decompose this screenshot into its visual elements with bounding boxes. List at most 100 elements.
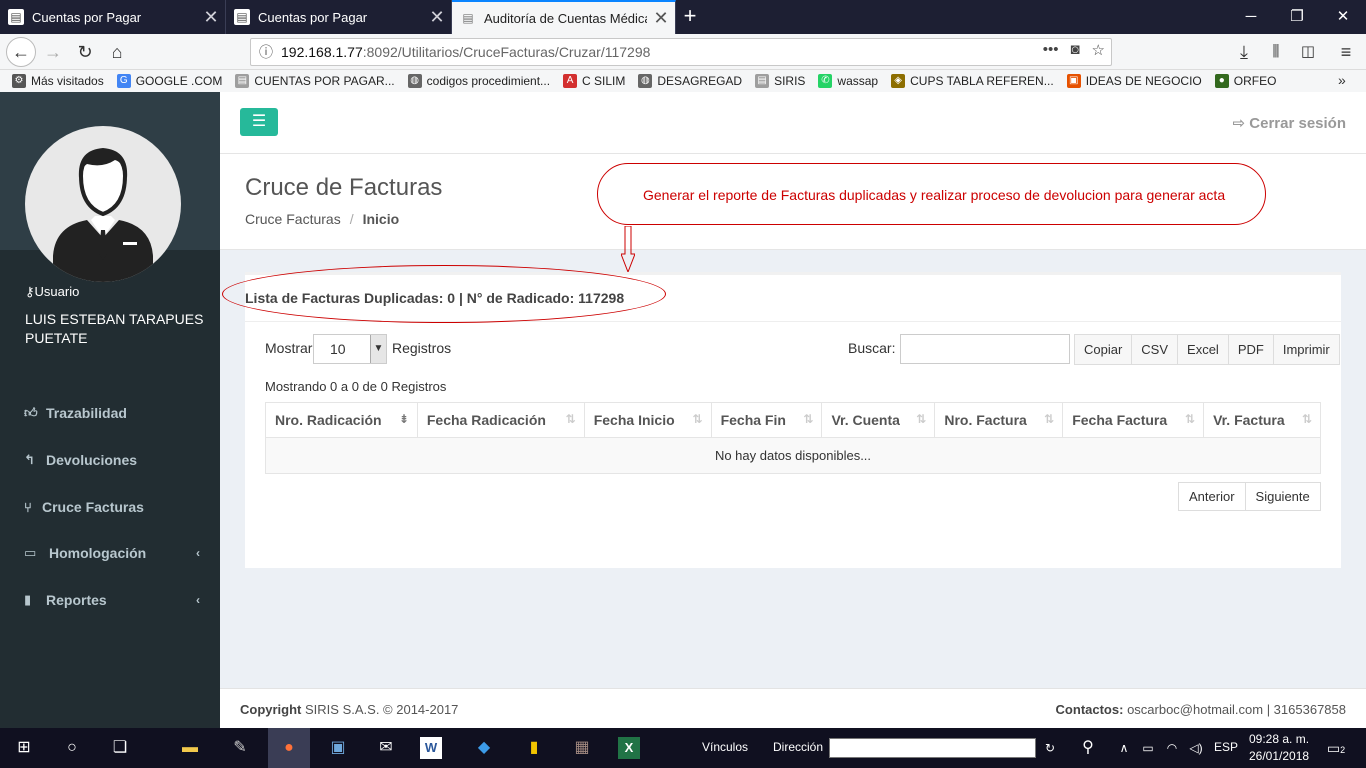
more-bookmarks-icon[interactable]: » [1338, 72, 1346, 88]
windows-start-icon[interactable]: ⊞ [10, 734, 38, 762]
bookmark-star-icon[interactable]: ☆ [1092, 41, 1105, 59]
new-tab-icon[interactable]: + [677, 4, 703, 30]
bookmark-item[interactable]: ◍ codigos procedimient... [407, 74, 550, 88]
column-header[interactable]: Vr. Factura ⇅ [1203, 402, 1321, 438]
bookmark-item[interactable]: ● ORFEO [1214, 74, 1276, 88]
cortana-icon[interactable]: ○ [58, 734, 86, 762]
column-header[interactable]: Fecha Inicio ⇅ [583, 402, 712, 438]
close-tab-icon[interactable]: ✕ [197, 7, 225, 28]
browser-tab-3[interactable]: ▤ Auditoría de Cuentas Médicas ✕ [452, 0, 676, 34]
next-button[interactable]: Siguiente [1244, 482, 1321, 511]
reply-icon: ↰ [24, 452, 35, 467]
url-host: 192.168.1.77 [281, 44, 363, 60]
hamburger-menu-icon[interactable]: ≡ [1331, 37, 1361, 67]
reload-icon[interactable]: ↻ [70, 37, 100, 67]
file-explorer-icon[interactable]: ▬ [176, 734, 204, 762]
task-view-icon[interactable]: ❏ [106, 734, 134, 762]
clock[interactable]: 09:28 a. m. 26/01/2018 [1249, 731, 1309, 765]
bookmark-label: CUPS TABLA REFEREN... [910, 74, 1054, 88]
links-toolbar-label[interactable]: Vínculos [702, 740, 748, 754]
mail-icon[interactable]: ✉ [372, 734, 400, 762]
sort-icon: ⇅ [1185, 412, 1196, 426]
info-icon[interactable]: ⓘ [251, 42, 281, 62]
logout-link[interactable]: ⇨ Cerrar sesión [1233, 114, 1346, 132]
file-icon: ▮ [24, 592, 32, 607]
contacts: Contactos: oscarboc@hotmail.com | 316536… [1055, 702, 1346, 717]
bookmark-item[interactable]: ◍ DESAGREGAD [638, 74, 742, 88]
print-button[interactable]: Imprimir [1272, 334, 1340, 365]
notes-icon[interactable]: ▮ [520, 734, 548, 762]
key-icon: ⚷ [25, 284, 35, 299]
taskbar-address-input[interactable] [829, 738, 1036, 758]
browser-tab-2[interactable]: ▤ Cuentas por Pagar ✕ [226, 0, 452, 34]
archive-icon[interactable]: ▦ [568, 734, 596, 762]
breadcrumb: Cruce Facturas / Inicio [245, 211, 400, 227]
previous-button[interactable]: Anterior [1178, 482, 1246, 511]
csv-button[interactable]: CSV [1131, 334, 1179, 365]
close-tab-icon[interactable]: ✕ [423, 7, 451, 28]
export-buttons: Copiar CSV Excel PDF Imprimir [1074, 334, 1340, 365]
column-header[interactable]: Fecha Factura ⇅ [1062, 402, 1205, 438]
back-icon[interactable]: ← [6, 37, 36, 67]
sidebar-item-trazabilidad[interactable]: 👍︎ Trazabilidad [0, 393, 220, 433]
copy-button[interactable]: Copiar [1074, 334, 1133, 365]
excel-icon[interactable]: X [618, 737, 640, 759]
column-header[interactable]: Vr. Cuenta ⇅ [821, 402, 936, 438]
footer: Copyright SIRIS S.A.S. © 2014-2017 Conta… [220, 688, 1366, 728]
home-icon[interactable]: ⌂ [102, 37, 132, 67]
bookmark-item[interactable]: A C SILIM [563, 74, 625, 88]
column-header[interactable]: Fecha Radicación ⇅ [416, 402, 585, 438]
bookmark-item[interactable]: ▣ IDEAS DE NEGOCIO [1066, 74, 1202, 88]
bookmark-item[interactable]: ⚙ Más visitados [12, 74, 104, 88]
sidebar-item-cruce-facturas[interactable]: ⑂ Cruce Facturas [0, 487, 220, 527]
excel-button[interactable]: Excel [1177, 334, 1229, 365]
close-tab-icon[interactable]: ✕ [647, 8, 675, 29]
annotation-callout: Generar el reporte de Facturas duplicada… [597, 163, 1266, 225]
desktop-icon: ▭ [24, 545, 37, 560]
bookmark-item[interactable]: ▤ SIRIS [755, 74, 805, 88]
bookmark-item[interactable]: G GOOGLE .COM [116, 74, 222, 88]
sidebar-item-homologacion[interactable]: ▭ Homologación ‹ [0, 533, 220, 573]
word-icon[interactable]: W [420, 737, 442, 759]
user-name: LUIS ESTEBAN TARAPUES PUETATE [25, 311, 204, 346]
network-app-icon[interactable]: ▣ [324, 734, 352, 762]
breadcrumb-link[interactable]: Cruce Facturas [245, 211, 341, 227]
copyright: Copyright SIRIS S.A.S. © 2014-2017 [240, 702, 459, 717]
notifications-icon[interactable]: ▭2 [1322, 734, 1350, 762]
language-indicator[interactable]: ESP [1214, 740, 1238, 754]
pdf-button[interactable]: PDF [1227, 334, 1274, 365]
download-icon[interactable]: ⤓ [1229, 37, 1259, 67]
sidebar-toggle-icon[interactable]: ◫ [1293, 37, 1323, 67]
column-header[interactable]: Nro. Factura ⇅ [934, 402, 1064, 438]
bookmark-item[interactable]: ▤ CUENTAS POR PAGAR... [235, 74, 395, 88]
sidebar-item-reportes[interactable]: ▮ Reportes ‹ [0, 580, 220, 620]
search-input[interactable] [900, 334, 1070, 364]
browser-tab-1[interactable]: ▤ Cuentas por Pagar ✕ [0, 0, 226, 34]
restore-icon[interactable]: ❐ [1274, 0, 1320, 34]
pocket-icon[interactable]: ◙ [1070, 41, 1079, 59]
bookmark-item[interactable]: ✆ wassap [818, 74, 878, 88]
people-icon[interactable]: ⚲ [1074, 734, 1102, 762]
paint-icon[interactable]: ✎ [226, 734, 254, 762]
bookmark-label: SIRIS [774, 74, 806, 88]
volume-icon[interactable]: ◁) [1182, 734, 1210, 762]
bookmark-item[interactable]: ◈ CUPS TABLA REFEREN... [891, 74, 1054, 88]
sidebar-item-devoluciones[interactable]: ↰ Devoluciones [0, 440, 220, 480]
forward-icon[interactable]: → [38, 37, 68, 67]
minimize-icon[interactable]: ─ [1228, 0, 1274, 34]
sidebar-toggle-button[interactable]: ☰ [240, 108, 278, 136]
thumbs-up-icon: 👍︎ [24, 405, 38, 420]
firefox-icon[interactable]: ● [268, 728, 310, 768]
close-window-icon[interactable]: ✕ [1320, 0, 1366, 34]
page-actions-icon[interactable]: ••• [1043, 41, 1059, 59]
url-bar[interactable]: ⓘ 192.168.1.77:8092/Utilitarios/CruceFac… [250, 38, 1112, 66]
column-header[interactable]: Fecha Fin ⇅ [710, 402, 823, 438]
bookmark-label: IDEAS DE NEGOCIO [1085, 74, 1202, 88]
sidebar: ⚷Usuario LUIS ESTEBAN TARAPUES PUETATE 👍… [0, 92, 220, 728]
column-header[interactable]: Nro. Radicación ⇟ [265, 402, 418, 438]
refresh-icon[interactable]: ↻ [1036, 734, 1064, 762]
page-length-select[interactable]: 10 ▼ [313, 334, 387, 364]
library-icon[interactable]: ⫼ [1261, 37, 1291, 67]
table-row: No hay datos disponibles... [265, 437, 1321, 474]
vscode-icon[interactable]: ◆ [470, 734, 498, 762]
